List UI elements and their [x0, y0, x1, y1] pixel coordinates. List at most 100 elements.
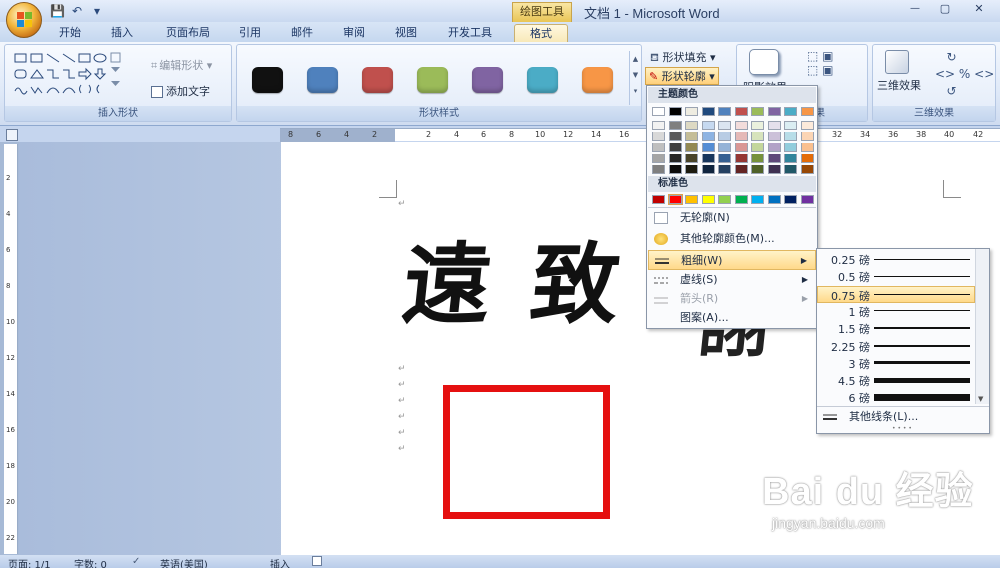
status-words[interactable]: 字数: 0: [74, 556, 107, 568]
save-icon[interactable]: 💾: [50, 4, 65, 18]
theme-color-cell[interactable]: [701, 107, 715, 116]
standard-color-cell[interactable]: [767, 195, 781, 204]
pattern-item[interactable]: 图案(A)...: [648, 308, 816, 328]
theme-color-shade-cell[interactable]: [685, 132, 698, 141]
horizontal-ruler[interactable]: 8 6 4 2 2 4 6 8 10 12 14 16 32 34 36 38 40 42: [280, 128, 1000, 142]
shadow-effects-icon[interactable]: [749, 49, 779, 75]
spelling-check-icon[interactable]: ✓: [132, 556, 140, 567]
theme-color-shade-cell[interactable]: [767, 132, 781, 141]
theme-color-shade-cell[interactable]: [767, 165, 781, 174]
weight-option[interactable]: 0.5 磅: [818, 268, 976, 285]
standard-color-cell[interactable]: [734, 195, 748, 204]
theme-color-shade-cell[interactable]: [668, 143, 682, 152]
theme-color-shade-cell[interactable]: [734, 165, 748, 174]
theme-color-shade-cell[interactable]: [800, 121, 814, 130]
theme-color-shade-cell[interactable]: [784, 121, 797, 130]
theme-color-shade-cell[interactable]: [800, 132, 814, 141]
theme-color-cell[interactable]: [767, 107, 781, 116]
shadow-nudge-icons[interactable]: ⬚ ▣ ⬚ ▣: [807, 49, 834, 77]
weight-submenu-scrollbar[interactable]: ▼: [975, 249, 989, 404]
tab-mailings[interactable]: 邮件: [284, 24, 320, 42]
theme-color-cell[interactable]: [652, 107, 665, 116]
theme-color-shade-cell[interactable]: [701, 165, 715, 174]
theme-color-shade-cell[interactable]: [784, 143, 797, 152]
theme-color-shade-cell[interactable]: [668, 165, 682, 174]
standard-color-cell[interactable]: [652, 195, 665, 204]
theme-color-shade-cell[interactable]: [652, 165, 665, 174]
tab-page-layout[interactable]: 页面布局: [158, 24, 218, 42]
theme-color-shade-cell[interactable]: [751, 165, 764, 174]
theme-color-shade-cell[interactable]: [751, 154, 764, 163]
theme-color-cell[interactable]: [734, 107, 748, 116]
theme-color-shade-cell[interactable]: [751, 132, 764, 141]
standard-color-cell[interactable]: [784, 195, 797, 204]
theme-color-cell[interactable]: [751, 107, 764, 116]
weight-option[interactable]: 3 磅: [818, 355, 976, 372]
tab-view[interactable]: 视图: [388, 24, 424, 42]
theme-color-shade-cell[interactable]: [784, 132, 797, 141]
theme-color-cell[interactable]: [718, 107, 731, 116]
tab-selector-icon[interactable]: [6, 129, 18, 141]
red-rectangle-shape[interactable]: [443, 385, 610, 519]
theme-color-shade-cell[interactable]: [668, 121, 682, 130]
weight-option[interactable]: 4.5 磅: [818, 372, 976, 389]
theme-color-shade-cell[interactable]: [767, 121, 781, 130]
three-d-cube-icon[interactable]: [885, 50, 909, 74]
quick-access-dropdown-icon[interactable]: ▾: [90, 4, 104, 18]
theme-color-shade-cell[interactable]: [734, 121, 748, 130]
dashes-item[interactable]: 虚线(S) ▶: [648, 270, 816, 290]
shape-fill-button[interactable]: ⛾ 形状填充 ▾: [650, 49, 716, 66]
theme-color-shade-cell[interactable]: [800, 165, 814, 174]
vertical-ruler[interactable]: 2 4 6 8 10 12 14 16 18 20 22: [4, 144, 18, 554]
standard-color-cell[interactable]: [751, 195, 764, 204]
maximize-button[interactable]: ▢: [930, 0, 960, 18]
theme-color-shade-cell[interactable]: [751, 121, 764, 130]
theme-color-shade-cell[interactable]: [652, 154, 665, 163]
theme-color-shade-cell[interactable]: [652, 132, 665, 141]
office-button[interactable]: [6, 2, 42, 38]
weight-option[interactable]: 0.25 磅: [818, 251, 976, 268]
theme-color-shade-cell[interactable]: [668, 154, 682, 163]
theme-color-shade-cell[interactable]: [718, 154, 731, 163]
theme-color-shade-cell[interactable]: [685, 154, 698, 163]
tab-format[interactable]: 格式: [514, 24, 568, 42]
theme-color-shade-cell[interactable]: [784, 154, 797, 163]
theme-color-shade-cell[interactable]: [668, 132, 682, 141]
style-swatch-blue[interactable]: [307, 67, 338, 93]
arrows-item[interactable]: 箭头(R) ▶: [648, 289, 816, 309]
theme-color-cell[interactable]: [800, 107, 814, 116]
style-swatch-black[interactable]: [252, 67, 283, 93]
theme-color-shade-cell[interactable]: [652, 121, 665, 130]
theme-color-cell[interactable]: [668, 107, 682, 116]
style-swatch-orange[interactable]: [582, 67, 613, 93]
theme-color-shade-cell[interactable]: [718, 143, 731, 152]
add-text-button[interactable]: 添加文字: [151, 83, 210, 99]
undo-icon[interactable]: ↶: [70, 4, 84, 18]
three-d-effects-button[interactable]: 三维效果: [877, 77, 921, 93]
theme-color-shade-cell[interactable]: [734, 154, 748, 163]
weight-option[interactable]: 1.5 磅: [818, 320, 976, 337]
style-swatch-red[interactable]: [362, 67, 393, 93]
theme-color-shade-cell[interactable]: [701, 121, 715, 130]
theme-color-shade-cell[interactable]: [767, 143, 781, 152]
tab-review[interactable]: 审阅: [336, 24, 372, 42]
status-page[interactable]: 页面: 1/1: [8, 556, 51, 568]
standard-color-cell[interactable]: [685, 195, 698, 204]
theme-color-shade-cell[interactable]: [718, 132, 731, 141]
style-swatch-aqua[interactable]: [527, 67, 558, 93]
shapes-gallery[interactable]: [13, 51, 138, 97]
weight-option[interactable]: 1 磅: [818, 303, 976, 320]
theme-color-shade-cell[interactable]: [734, 132, 748, 141]
weight-item[interactable]: 粗细(W) ▶: [648, 250, 816, 270]
style-swatch-green[interactable]: [417, 67, 448, 93]
tab-home[interactable]: 开始: [52, 24, 88, 42]
theme-color-shade-cell[interactable]: [800, 143, 814, 152]
theme-color-shade-cell[interactable]: [718, 165, 731, 174]
no-outline-item[interactable]: 无轮廓(N): [648, 208, 816, 228]
edit-shape-button[interactable]: ⌗ 编辑形状 ▾: [151, 57, 212, 73]
theme-color-shade-cell[interactable]: [701, 154, 715, 163]
status-insert-mode[interactable]: 插入: [270, 556, 290, 568]
theme-color-cell[interactable]: [685, 107, 698, 116]
minimize-button[interactable]: —: [900, 0, 930, 18]
theme-color-shade-cell[interactable]: [685, 165, 698, 174]
